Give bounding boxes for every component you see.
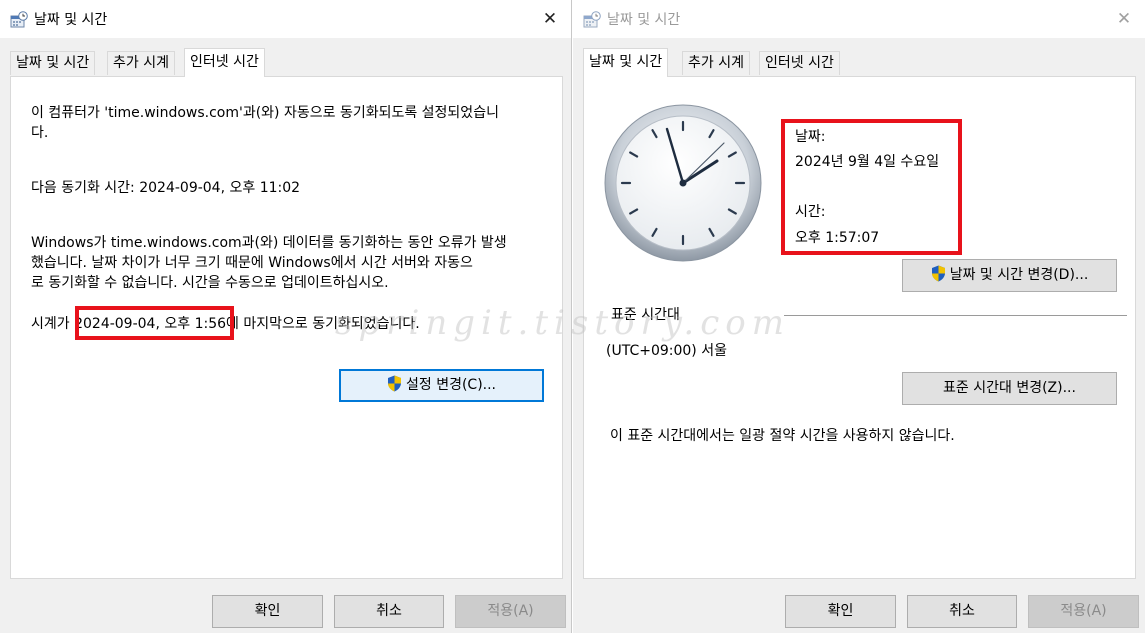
change-datetime-label: 날짜 및 시간 변경(D)... (949, 267, 1089, 283)
close-button[interactable]: ✕ (539, 8, 561, 30)
datetime-app-icon (10, 11, 28, 28)
analog-clock-icon (604, 104, 762, 262)
tab-date-time[interactable]: 날짜 및 시간 (583, 48, 669, 77)
sync-config-text-line1: 이 컴퓨터가 'time.windows.com'과(와) 자동으로 동기화되도… (31, 105, 499, 121)
last-sync-suffix: 에 마지막으로 동기화되었습니다. (226, 316, 420, 332)
date-time-panel: 날짜: 2024년 9월 4일 수요일 시간: 오후 1:57:07 날짜 및 … (583, 76, 1136, 579)
change-timezone-button[interactable]: 표준 시간대 변경(Z)... (902, 372, 1117, 405)
last-sync-highlight-box (75, 306, 234, 340)
datetime-app-icon (583, 11, 601, 28)
uac-shield-icon (387, 375, 401, 392)
cancel-button[interactable]: 취소 (334, 595, 444, 628)
close-button[interactable]: ✕ (1113, 8, 1135, 30)
cancel-button[interactable]: 취소 (907, 595, 1017, 628)
uac-shield-icon (931, 265, 945, 282)
timezone-header: 표준 시간대 (611, 307, 680, 323)
ok-button[interactable]: 확인 (785, 595, 896, 628)
timezone-separator (784, 315, 1127, 316)
tab-internet-time[interactable]: 인터넷 시간 (184, 48, 265, 77)
next-sync-text: 다음 동기화 시간: 2024-09-04, 오후 11:02 (31, 180, 301, 196)
last-sync-prefix: 시계가 (31, 316, 75, 332)
tab-additional-clocks[interactable]: 추가 시계 (107, 51, 175, 75)
change-settings-button[interactable]: 설정 변경(C)... (339, 369, 544, 402)
dst-note: 이 표준 시간대에서는 일광 절약 시간을 사용하지 않습니다. (610, 428, 955, 444)
date-time-highlight-box (781, 119, 962, 255)
sync-error-text-line1: Windows가 time.windows.com과(와) 데이터를 동기화하는… (31, 235, 507, 251)
internet-time-panel: 이 컴퓨터가 'time.windows.com'과(와) 자동으로 동기화되도… (10, 76, 563, 579)
tab-internet-time[interactable]: 인터넷 시간 (759, 51, 840, 75)
tab-date-time[interactable]: 날짜 및 시간 (10, 51, 96, 75)
ok-button[interactable]: 확인 (212, 595, 323, 628)
tab-additional-clocks[interactable]: 추가 시계 (682, 51, 750, 75)
window-title: 날짜 및 시간 (607, 12, 681, 28)
sync-error-text-line3: 로 동기화할 수 없습니다. 시간을 수동으로 업데이트하십시오. (31, 275, 389, 291)
change-datetime-button[interactable]: 날짜 및 시간 변경(D)... (902, 259, 1117, 292)
sync-config-text-line2: 다. (31, 125, 49, 141)
title-bar[interactable]: 날짜 및 시간 ✕ (0, 0, 571, 38)
timezone-value: (UTC+09:00) 서울 (606, 343, 727, 359)
change-settings-label: 설정 변경(C)... (405, 377, 497, 393)
apply-button[interactable]: 적용(A) (1028, 595, 1139, 628)
window-title: 날짜 및 시간 (34, 12, 108, 28)
datetime-dialog-internet-time: 날짜 및 시간 ✕ 날짜 및 시간 추가 시계 인터넷 시간 이 컴퓨터가 't… (0, 0, 572, 633)
datetime-dialog-date-time: 날짜 및 시간 ✕ 날짜 및 시간 추가 시계 인터넷 시간 날짜: 2024년… (573, 0, 1145, 633)
apply-button[interactable]: 적용(A) (455, 595, 566, 628)
sync-error-text-line2: 했습니다. 날짜 차이가 너무 크기 때문에 Windows에서 시간 서버와 … (31, 255, 473, 271)
title-bar[interactable]: 날짜 및 시간 ✕ (573, 0, 1145, 38)
